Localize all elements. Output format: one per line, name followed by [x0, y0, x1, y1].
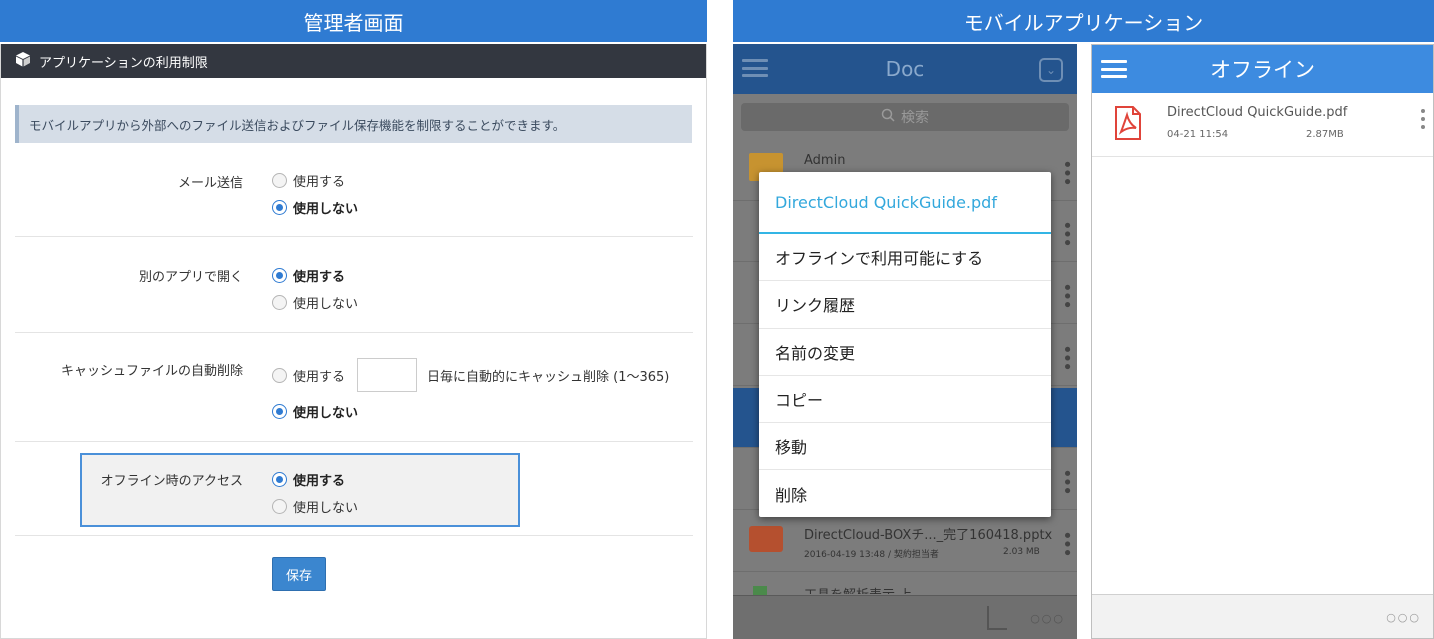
menu-icon[interactable] [1101, 60, 1127, 78]
list-item-name: DirectCloud-BOXチ..._完了160418.pptx [804, 528, 1053, 543]
menu-item-copy[interactable]: コピー [759, 376, 1051, 424]
admin-panel: アプリケーションの利用制限 モバイルアプリから外部へのファイル送信およびファイル… [0, 44, 707, 639]
menu-item-move[interactable]: 移動 [759, 423, 1051, 471]
doc-toolbar: Doc ⌄ [733, 44, 1077, 94]
more-menu-icon[interactable]: ○○○ [1386, 611, 1421, 624]
more-icon[interactable]: ••• [1056, 159, 1077, 185]
sort-icon[interactable] [987, 606, 1007, 630]
file-name: DirectCloud QuickGuide.pdf [1167, 105, 1348, 120]
list-item-date: 2016-04-19 13:48 / 契約担当者 [804, 550, 939, 560]
option-not-use[interactable]: 使用しない [272, 497, 358, 516]
offline-title: オフライン [1210, 58, 1315, 82]
radio-selected-icon[interactable] [272, 404, 287, 419]
more-icon[interactable]: ••• [1056, 468, 1077, 494]
option-not-use[interactable]: 使用しない [272, 293, 358, 312]
setting-label: キャッシュファイルの自動削除 [60, 364, 243, 379]
days-suffix: 日毎に自動的にキャッシュ削除 (1～365) [427, 369, 670, 385]
file-action-dialog: DirectCloud QuickGuide.pdf オフラインで利用可能にする… [759, 172, 1051, 517]
list-item-size: 2.03 MB [1003, 547, 1040, 557]
save-button[interactable]: 保存 [272, 557, 326, 591]
offline-toolbar: オフライン [1092, 45, 1433, 93]
list-item[interactable]: DirectCloud QuickGuide.pdf 04-21 11:54 2… [1092, 93, 1433, 157]
mobile-section-header: モバイルアプリケーション [733, 0, 1434, 42]
pptx-icon [749, 526, 783, 552]
option-use[interactable]: 使用する 日毎に自動的にキャッシュ削除 (1～365) [272, 358, 669, 392]
radio-selected-icon[interactable] [272, 200, 287, 215]
radio-selected-icon[interactable] [272, 268, 287, 283]
bottom-toolbar: ○○○ [1092, 594, 1433, 638]
setting-label: オフライン時のアクセス [100, 474, 243, 489]
info-banner: モバイルアプリから外部へのファイル送信およびファイル保存機能を制限することができ… [15, 105, 692, 143]
setting-label: 別のアプリで開く [138, 270, 243, 285]
option-use[interactable]: 使用する [272, 470, 345, 489]
mobile-offline-screen: オフライン DirectCloud QuickGuide.pdf 04-21 1… [1091, 44, 1434, 639]
setting-cache-delete: キャッシュファイルの自動削除 使用する 日毎に自動的にキャッシュ削除 (1～36… [15, 334, 693, 442]
search-input[interactable]: 検索 [741, 103, 1069, 131]
menu-item-link-history[interactable]: リンク履歴 [759, 281, 1051, 329]
pdf-icon [1114, 106, 1142, 144]
menu-icon[interactable] [742, 59, 768, 77]
setting-offline-access: オフライン時のアクセス 使用する 使用しない [15, 442, 693, 536]
chevron-down-icon[interactable]: ⌄ [1039, 58, 1063, 82]
dialog-title: DirectCloud QuickGuide.pdf [759, 172, 1051, 234]
search-icon [881, 108, 895, 126]
list-item-name: Admin [804, 153, 846, 168]
box-icon [15, 51, 31, 71]
mobile-doc-screen: Doc ⌄ 検索 Admin ••• ••• ••• ••• ••• Direc… [733, 44, 1077, 639]
setting-label: メール送信 [177, 176, 243, 191]
admin-title: アプリケーションの利用制限 [39, 55, 208, 71]
bottom-toolbar: ○○○ [733, 595, 1077, 639]
radio-icon[interactable] [272, 499, 287, 514]
list-item-name: 工具を解析表示 上 [804, 584, 912, 594]
admin-section-header: 管理者画面 [0, 0, 707, 42]
file-date: 04-21 11:54 [1167, 129, 1229, 140]
more-icon[interactable]: ••• [1056, 282, 1077, 308]
more-icon[interactable] [1421, 109, 1425, 129]
more-icon[interactable]: ••• [1056, 344, 1077, 370]
option-use[interactable]: 使用する [272, 171, 345, 190]
radio-selected-icon[interactable] [272, 472, 287, 487]
radio-icon[interactable] [272, 295, 287, 310]
admin-title-bar: アプリケーションの利用制限 [1, 44, 706, 78]
option-not-use[interactable]: 使用しない [272, 402, 358, 421]
setting-open-other-app: 別のアプリで開く 使用する 使用しない [15, 238, 693, 333]
more-icon[interactable]: ••• [1056, 530, 1077, 556]
menu-item-delete[interactable]: 削除 [759, 470, 1051, 517]
more-icon[interactable]: ••• [1056, 220, 1077, 246]
file-size: 2.87MB [1306, 129, 1344, 140]
list-item[interactable]: DirectCloud-BOXチ..._完了160418.pptx 2016-0… [733, 512, 1077, 572]
setting-mail: メール送信 使用する 使用しない [15, 154, 693, 237]
radio-icon[interactable] [272, 173, 287, 188]
days-input[interactable] [357, 358, 418, 392]
option-not-use[interactable]: 使用しない [272, 198, 358, 217]
doc-title: Doc [885, 57, 925, 81]
option-use[interactable]: 使用する [272, 266, 345, 285]
radio-icon[interactable] [272, 367, 287, 383]
more-menu-icon[interactable]: ○○○ [1030, 612, 1065, 625]
menu-item-rename[interactable]: 名前の変更 [759, 329, 1051, 376]
menu-item-offline[interactable]: オフラインで利用可能にする [759, 234, 1051, 282]
